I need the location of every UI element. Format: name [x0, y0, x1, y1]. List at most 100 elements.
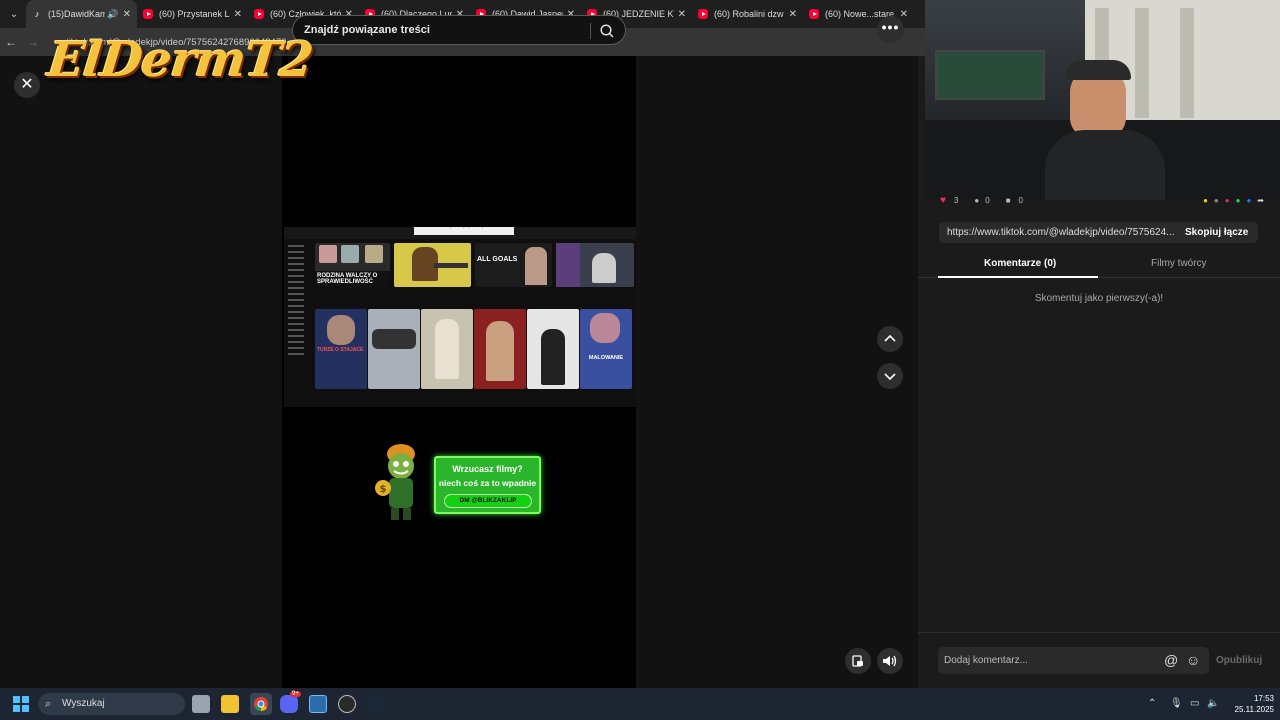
share-pinterest-icon[interactable]: ●	[1225, 196, 1236, 205]
network-icon[interactable]: ▭	[1190, 698, 1199, 709]
picture-in-picture-icon	[852, 655, 863, 667]
copy-link-button[interactable]: Skopiuj łącze	[1185, 227, 1248, 238]
steam-icon[interactable]	[367, 695, 385, 713]
youtube-icon	[698, 9, 708, 19]
youtube-icon	[254, 9, 264, 19]
promo-banner: Wrzucasz filmy? niech coś za to wpadnie …	[434, 456, 541, 514]
tab-close-icon[interactable]: ✕	[789, 9, 797, 20]
bookmark-icon[interactable]: ■	[1006, 196, 1011, 205]
discord-badge: 9+	[290, 691, 301, 697]
chevron-up-icon	[884, 334, 896, 342]
stream-overlay-logo: ElDermT2	[45, 32, 316, 88]
share-link-text[interactable]: https://www.tiktok.com/@wladekjp/video/7…	[947, 227, 1177, 238]
search-divider	[590, 23, 591, 39]
chrome-icon-highlight[interactable]	[250, 693, 272, 715]
youtube-icon	[143, 9, 153, 19]
likes-count: 3	[953, 195, 959, 205]
floating-player-button[interactable]	[845, 648, 871, 674]
tab-creator-videos[interactable]: Filmy twórcy	[1151, 258, 1207, 269]
engagement-stats: ♥ 3 ● 0 ■ 0 ●●●●●➦	[940, 192, 1270, 208]
comment-placeholder: Dodaj komentarz...	[944, 655, 1028, 666]
close-button[interactable]: ✕	[14, 72, 40, 98]
more-options-button[interactable]: •••	[877, 16, 904, 43]
emoji-icon[interactable]: ☺	[1186, 652, 1200, 668]
video-thumbnail	[527, 309, 579, 389]
search-icon[interactable]	[599, 23, 615, 39]
comment-icon[interactable]: ●	[974, 196, 979, 205]
app-window-icon[interactable]	[309, 695, 327, 713]
file-explorer-icon[interactable]	[221, 695, 239, 713]
share-emoji-icon[interactable]: ●	[1203, 196, 1214, 205]
thumbnail-title: TURZE O STAJACE	[317, 347, 364, 353]
tab-youtube-1[interactable]: (60) Przystanek L ✕	[137, 0, 248, 28]
video-thumbnail: TURZE O STAJACE	[315, 309, 367, 389]
comment-input[interactable]: Dodaj komentarz... @ ☺	[938, 647, 1209, 674]
tray-chevron-up-icon[interactable]: ⌃	[1148, 698, 1156, 709]
video-thumbnail	[394, 243, 471, 287]
previous-video-button[interactable]	[877, 326, 903, 352]
back-arrow-icon[interactable]: ←	[0, 35, 22, 49]
discord-icon[interactable]: 9+	[280, 691, 301, 713]
bookmarks-count: 0	[1018, 195, 1023, 205]
search-icon: ⌕	[45, 698, 52, 710]
taskbar-search-placeholder: Wyszukaj	[62, 698, 105, 709]
video-frame-youtube-screenshot: na produkty I potrzeby RODZINA WALCZY O …	[284, 227, 636, 407]
svg-text:$: $	[380, 484, 387, 495]
share-embed-icon[interactable]: ●	[1214, 196, 1225, 205]
tab-label: (15)DawidKam	[48, 9, 106, 19]
volume-button[interactable]	[877, 648, 903, 674]
tab-youtube-6[interactable]: (60) Robalini dzw ✕	[692, 0, 803, 28]
share-whatsapp-icon[interactable]: ●	[1236, 196, 1247, 205]
video-thumbnail: ALL GOALS	[475, 243, 552, 287]
tab-label: (60) Robalini dzw	[714, 9, 784, 19]
promo-headline: Wrzucasz filmy?	[452, 464, 523, 474]
video-thumbnail	[556, 243, 634, 287]
obs-icon[interactable]	[338, 695, 356, 713]
video-thumbnail: MALOWANIE	[580, 309, 632, 389]
tab-close-icon[interactable]: ✕	[900, 9, 908, 20]
heart-icon[interactable]: ♥	[940, 195, 946, 206]
thumbnail-title: RODZINA WALCZY O SPRAWIEDLIWOŚĆ	[315, 271, 390, 287]
tab-close-icon[interactable]: ✕	[123, 9, 131, 20]
tab-close-icon[interactable]: ✕	[678, 9, 686, 20]
tab-close-icon[interactable]: ✕	[234, 9, 242, 20]
video-thumbnail: RODZINA WALCZY O SPRAWIEDLIWOŚĆ	[315, 243, 390, 287]
taskbar-search[interactable]: ⌕ Wyszukaj	[38, 693, 185, 715]
empty-comments-text: Skomentuj jako pierwszy(-a)!	[1034, 293, 1164, 304]
tiktok-icon: ♪	[34, 9, 40, 19]
yt-sidebar	[284, 241, 312, 407]
task-view-icon[interactable]	[192, 695, 210, 713]
webcam-overlay	[925, 0, 1280, 200]
speaker-icon	[883, 655, 897, 667]
tab-label: (60) Przystanek L	[159, 9, 230, 19]
next-video-button[interactable]	[877, 363, 903, 389]
share-facebook-icon[interactable]: ●	[1246, 196, 1257, 205]
post-comment-button[interactable]: Opublikuj	[1216, 655, 1262, 666]
windows-start-icon[interactable]	[13, 696, 29, 712]
taskbar-clock[interactable]: 17:53 25.11.2025	[1222, 693, 1274, 715]
share-link-box: https://www.tiktok.com/@wladekjp/video/7…	[939, 222, 1258, 243]
tab-tiktok[interactable]: ♪ (15)DawidKam 🔊 ✕	[26, 0, 137, 28]
video-thumbnail	[421, 309, 473, 389]
tab-search-chevron-icon[interactable]: ⌄	[2, 4, 26, 24]
clock-time: 17:53	[1253, 694, 1274, 703]
video-thumbnail	[474, 309, 526, 389]
comments-count: 0	[985, 195, 990, 205]
microphone-icon[interactable]: 🎙	[1170, 698, 1183, 709]
share-arrow-icon[interactable]: ➦	[1257, 196, 1270, 205]
mention-icon[interactable]: @	[1164, 652, 1178, 668]
youtube-icon	[809, 9, 819, 19]
volume-tray-icon[interactable]: 🔈	[1207, 698, 1219, 709]
tab-audio-icon[interactable]: 🔊	[107, 9, 118, 20]
related-search-input[interactable]: Znajdź powiązane treści	[292, 15, 626, 45]
screen: ⌄ ♪ (15)DawidKam 🔊 ✕ (60) Przystanek L ✕ …	[0, 0, 1280, 720]
tab-comments[interactable]: Komentarze (0)	[984, 258, 1056, 269]
money-mascot-icon: $	[375, 444, 415, 520]
yt-popup-text: na produkty I potrzeby	[414, 227, 514, 235]
promo-dm-button: DM @BLIKZAKLIP	[444, 494, 532, 508]
panel-tabs: Komentarze (0) Filmy twórcy	[918, 252, 1280, 278]
forward-arrow-icon[interactable]: →	[22, 35, 44, 49]
clock-date: 25.11.2025	[1234, 705, 1274, 714]
search-placeholder: Znajdź powiązane treści	[304, 24, 430, 36]
video-thumbnail	[368, 309, 420, 389]
